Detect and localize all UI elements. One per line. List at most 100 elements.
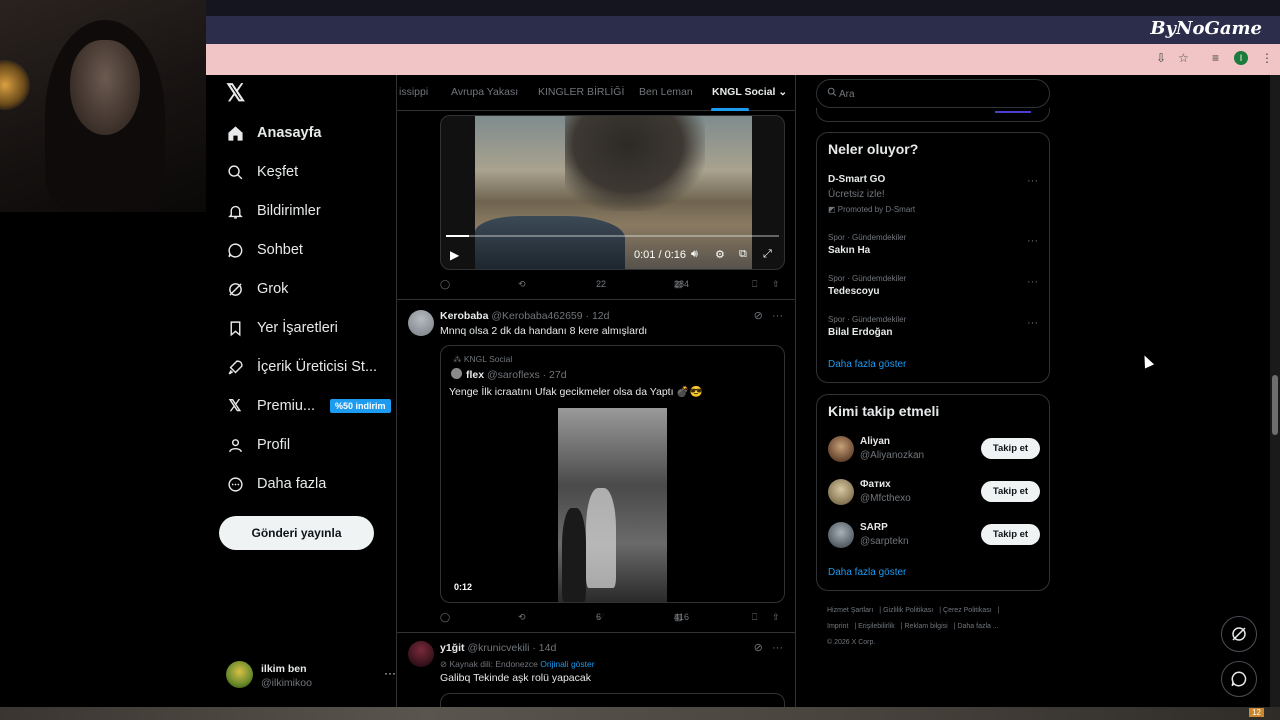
profile-avatar-icon[interactable]: I xyxy=(1234,51,1248,65)
follow-suggestion[interactable]: Aliyan @Aliyanozkan Takip et xyxy=(828,435,1040,463)
share-icon[interactable]: ⇧ xyxy=(772,279,780,290)
more-dots-icon[interactable]: ··· xyxy=(1027,317,1038,329)
trends-show-more-link[interactable]: Daha fazla göster xyxy=(828,359,906,370)
tweet-author-name[interactable]: y1ğit xyxy=(440,642,465,654)
star-icon[interactable]: ☆ xyxy=(1178,51,1189,65)
footer-link[interactable]: Daha fazla ... xyxy=(957,623,998,630)
footer-links: Hizmet Şartları | Gizlilik Politikası | Çe… xyxy=(827,607,1000,646)
share-icon[interactable]: ⇧ xyxy=(772,612,780,623)
nav-item-home[interactable]: Anasayfa xyxy=(226,118,321,148)
quote-video-thumbnail[interactable] xyxy=(558,408,667,602)
chevron-down-icon: ⌄ xyxy=(778,86,788,98)
avatar[interactable] xyxy=(408,641,434,667)
account-switcher[interactable]: ilkim ben @ilkimikoo ··· xyxy=(226,660,396,690)
tab-kingler-birligi[interactable]: KINGLER BİRLİĞİ xyxy=(538,86,624,98)
nav-item-premium[interactable]: 𝕏 Premiu... %50 indirim xyxy=(226,391,391,421)
footer-link[interactable]: Erişilebilirlik xyxy=(858,623,895,630)
reply-icon[interactable]: ◯ xyxy=(440,612,450,623)
show-original-link[interactable]: Orijinali göster xyxy=(540,659,594,669)
queue-icon[interactable]: ≡ xyxy=(1212,51,1219,65)
follow-show-more-link[interactable]: Daha fazla göster xyxy=(828,567,906,578)
volume-icon[interactable]: 🔊︎ xyxy=(691,248,698,261)
nav-item-grok[interactable]: Grok xyxy=(226,274,288,304)
nav-item-notifications[interactable]: Bildirimler xyxy=(226,196,321,226)
fullscreen-icon[interactable]: ⤢ xyxy=(763,248,772,261)
grok-icon[interactable]: ⊘ xyxy=(754,310,763,322)
trend-category: Spor · Gündemdekiler xyxy=(828,315,907,324)
avatar[interactable] xyxy=(408,310,434,336)
footer-link[interactable]: Gizlilik Politikası xyxy=(883,607,933,614)
tweet-age[interactable]: 12d xyxy=(592,310,610,322)
nav-item-bookmarks[interactable]: Yer İşaretleri xyxy=(226,313,338,343)
tab-ben-leman[interactable]: Ben Leman xyxy=(639,86,693,98)
search-input[interactable] xyxy=(839,85,1039,103)
nav-label-explore: Keşfet xyxy=(257,164,299,180)
nav-item-creator-studio[interactable]: İçerik Üreticisi St... xyxy=(226,352,377,382)
grok-icon[interactable]: ⊘ xyxy=(754,642,763,654)
footer-link[interactable]: Imprint xyxy=(827,623,848,630)
more-dots-icon[interactable]: ··· xyxy=(1027,235,1038,247)
tab-mississippi[interactable]: issippi xyxy=(399,86,428,98)
repost-icon[interactable]: ⟲ xyxy=(518,612,526,623)
tweet-author-handle[interactable]: @krunicvekili xyxy=(467,642,529,654)
pip-icon[interactable]: ⧉ xyxy=(739,248,747,261)
footer-link[interactable]: Çerez Politikası xyxy=(943,607,992,614)
trend-category: Spor · Gündemdekiler xyxy=(828,233,907,242)
tweet-author-handle[interactable]: @Kerobaba462659 xyxy=(491,310,582,322)
follow-button[interactable]: Takip et xyxy=(981,481,1040,502)
search-box[interactable] xyxy=(816,79,1050,108)
more-circle-icon xyxy=(226,475,244,493)
bookmark-icon[interactable]: ⎕ xyxy=(752,279,757,290)
promoted-trend[interactable]: D-Smart GO Ücretsiz izle! ◩ Promoted by … xyxy=(828,174,1038,214)
follow-suggestion[interactable]: SARP @sarptekn Takip et xyxy=(828,521,1040,549)
more-dots-icon[interactable]: ··· xyxy=(1027,175,1038,187)
translation-notice: ⊘ Kaynak dili: Endonezce Orijinali göste… xyxy=(440,659,595,670)
tab-kngl-social[interactable]: KNGL Social ⌄ xyxy=(712,86,787,98)
trend-title: Sakın Ha xyxy=(828,245,871,256)
nav-item-more[interactable]: Daha fazla xyxy=(226,469,326,499)
who-to-follow-panel: Kimi takip etmeli Aliyan @Aliyanozkan Ta… xyxy=(816,394,1050,591)
trend-item[interactable]: Spor · Gündemdekiler Bilal Erdoğan ··· xyxy=(828,315,1038,338)
media-card[interactable] xyxy=(440,693,785,707)
quoted-tweet[interactable]: ⁂ KNGL Social flex @saroflexs · 27d Yeng… xyxy=(440,345,785,603)
trend-item[interactable]: Spor · Gündemdekiler Tedescoyu ··· xyxy=(828,274,1038,297)
timeline-tabs: issippi Avrupa Yakası KINGLER BİRLİĞİ Be… xyxy=(397,75,795,111)
follow-button[interactable]: Takip et xyxy=(981,524,1040,545)
tweet-author-name[interactable]: Kerobaba xyxy=(440,310,488,322)
page-scrollbar[interactable] xyxy=(1270,75,1280,707)
nav-item-chat[interactable]: Sohbet xyxy=(226,235,303,265)
browser-address-bar[interactable]: ⇩ ☆ ≡ I ⋮ xyxy=(206,44,1280,75)
nav-item-explore[interactable]: Keşfet xyxy=(226,157,298,187)
rocket-icon xyxy=(226,358,244,376)
install-icon[interactable]: ⇩ xyxy=(1156,51,1166,65)
nav-item-profile[interactable]: Profil xyxy=(226,430,290,460)
footer-link[interactable]: Reklam bilgisi xyxy=(905,623,948,630)
nav-label-profile: Profil xyxy=(257,437,291,453)
more-dots-icon[interactable]: ··· xyxy=(384,666,396,680)
play-icon[interactable]: ▶ xyxy=(450,248,459,262)
tweet-age[interactable]: 14d xyxy=(539,642,557,654)
post-button[interactable]: Gönderi yayınla xyxy=(219,516,374,550)
tweet-text: Galibq Tekinde aşk rolü yapacak xyxy=(440,672,591,684)
grok-fab-icon[interactable] xyxy=(1221,616,1257,652)
video-player[interactable]: ▶ 0:01 / 0:16 🔊︎ ⚙ ⧉ ⤢ xyxy=(440,115,785,270)
settings-gear-icon[interactable]: ⚙ xyxy=(715,248,725,261)
tab-avrupa-yakasi[interactable]: Avrupa Yakası xyxy=(451,86,518,98)
x-logo-icon[interactable]: 𝕏 xyxy=(226,82,248,106)
more-dots-icon[interactable]: ··· xyxy=(772,642,783,654)
promoted-subtitle: Ücretsiz izle! xyxy=(828,189,885,200)
more-dots-icon[interactable]: ··· xyxy=(772,310,783,322)
bookmark-icon[interactable]: ⎕ xyxy=(752,612,757,623)
follow-suggestion[interactable]: Фатих @Mfcthexo Takip et xyxy=(828,478,1040,506)
trend-item[interactable]: Spor · Gündemdekiler Sakın Ha ··· xyxy=(828,233,1038,256)
chat-fab-icon[interactable] xyxy=(1221,661,1257,697)
repost-icon[interactable]: ⟲ xyxy=(518,279,526,290)
kebab-menu-icon[interactable]: ⋮ xyxy=(1261,51,1273,65)
more-dots-icon[interactable]: ··· xyxy=(1027,276,1038,288)
reply-icon[interactable]: ◯ xyxy=(440,279,450,290)
video-progress-bar[interactable] xyxy=(446,235,779,237)
nav-label-chat: Sohbet xyxy=(257,242,303,258)
footer-link[interactable]: Hizmet Şartları xyxy=(827,607,873,614)
scrollbar-thumb[interactable] xyxy=(1272,375,1278,435)
follow-button[interactable]: Takip et xyxy=(981,438,1040,459)
